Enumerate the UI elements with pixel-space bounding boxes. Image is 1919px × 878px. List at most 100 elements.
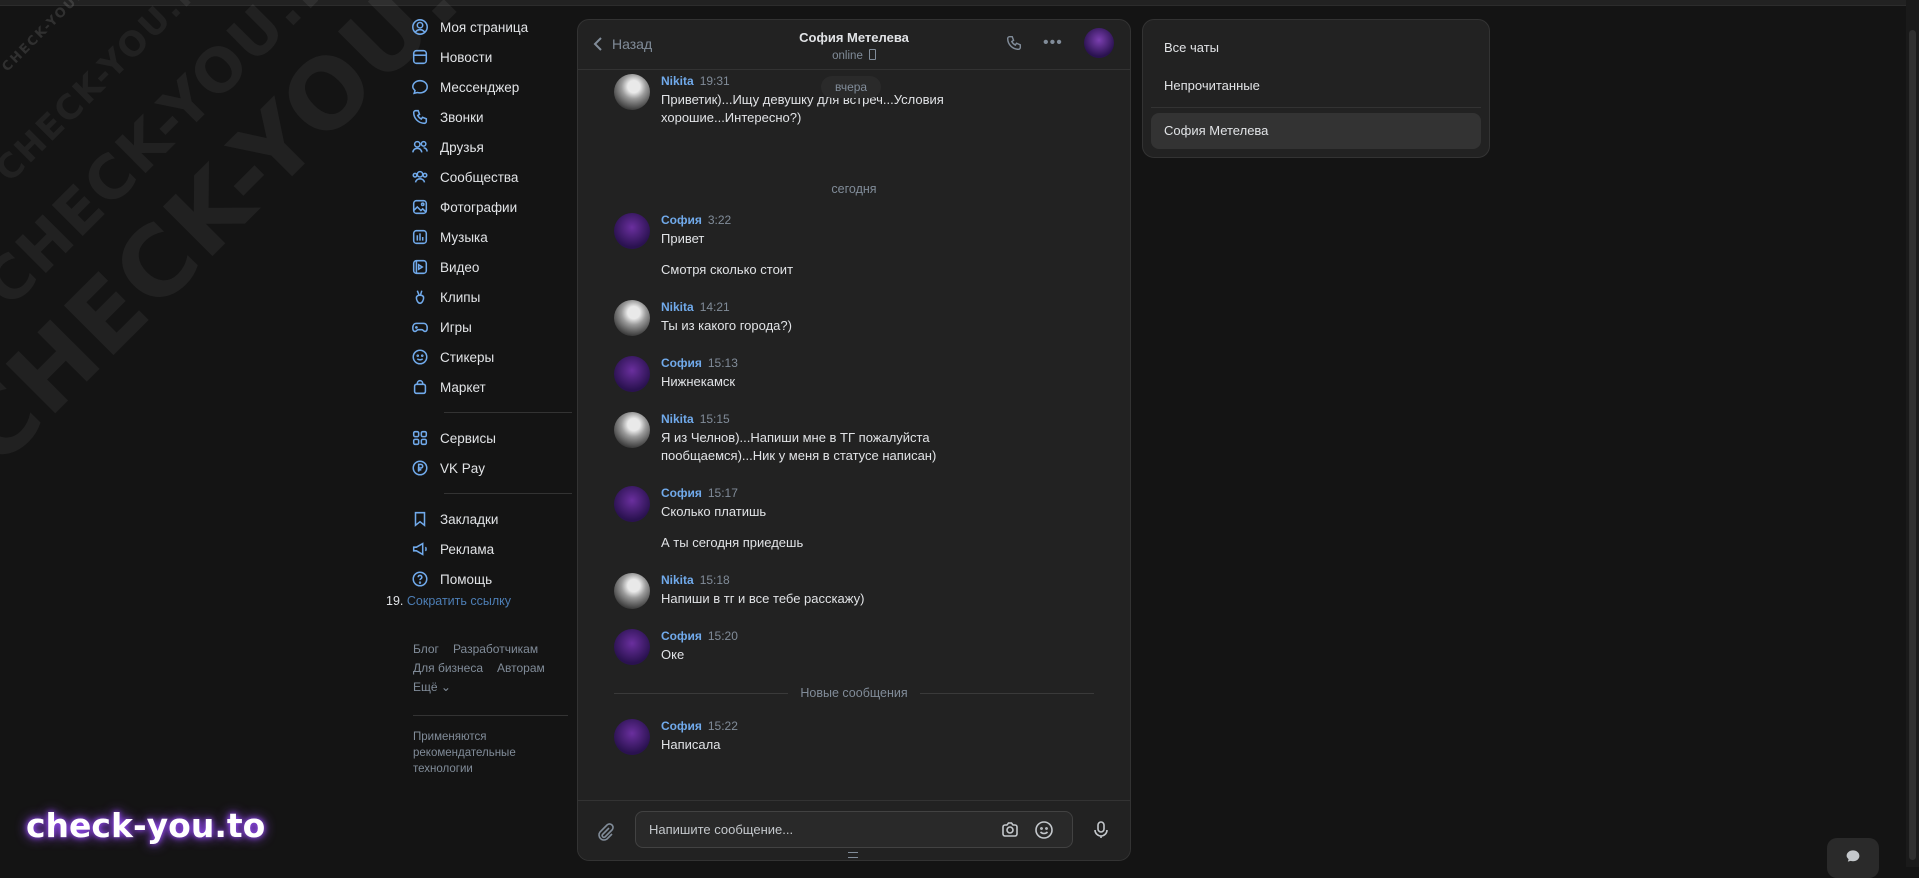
message-author[interactable]: Nikita	[661, 74, 694, 88]
nav-label: Видео	[440, 259, 480, 275]
help-icon	[410, 569, 430, 589]
message-input[interactable]: Напишите сообщение...	[635, 811, 1073, 848]
avatar[interactable]	[614, 213, 650, 249]
message-author[interactable]: София	[661, 213, 702, 227]
footer-developers-link[interactable]: Разработчикам	[453, 642, 538, 656]
grid-icon	[410, 428, 430, 448]
shortlink-link[interactable]: Сократить ссылку	[407, 594, 511, 608]
gamepad-icon	[410, 317, 430, 337]
message-text: Нижнекамск	[661, 374, 736, 389]
message-text: Приветик)...Ищу девушку для встреч...Усл…	[661, 92, 944, 125]
news-icon	[410, 47, 430, 67]
nav-friends[interactable]: Друзья	[410, 132, 570, 162]
nav-label: Игры	[440, 319, 472, 335]
message-text: А ты сегодня приедешь	[661, 535, 804, 550]
emoji-button[interactable]	[1034, 820, 1054, 845]
message-time: 15:18	[699, 573, 730, 587]
nav-my-page[interactable]: Моя страница	[410, 12, 570, 42]
bookmark-icon	[410, 509, 430, 529]
nav-label: Звонки	[440, 109, 484, 125]
nav-news[interactable]: Новости	[410, 42, 570, 72]
footer-divider	[413, 715, 568, 716]
ruble-icon	[410, 458, 430, 478]
attach-button[interactable]	[594, 821, 616, 848]
scrollbar[interactable]	[1906, 0, 1919, 867]
nav-label: Сервисы	[440, 430, 496, 446]
footer-blog-link[interactable]: Блог	[413, 642, 439, 656]
nav-games[interactable]: Игры	[410, 312, 570, 342]
message-list[interactable]: Nikita 19:31 Приветик)...Ищу девушку для …	[578, 70, 1130, 800]
nav-messenger[interactable]: Мессенджер	[410, 72, 570, 102]
message-text: Привет	[661, 231, 705, 246]
nav-photos[interactable]: Фотографии	[410, 192, 570, 222]
footer-authors-link[interactable]: Авторам	[497, 661, 545, 675]
footer-note: Применяются рекомендательные технологии	[413, 731, 516, 775]
mobile-icon	[868, 49, 876, 60]
resize-handle[interactable]	[848, 852, 858, 858]
nav-label: Клипы	[440, 289, 481, 305]
nav-calls[interactable]: Звонки	[410, 102, 570, 132]
nav-label: Моя страница	[440, 19, 529, 35]
date-separator: сегодня	[831, 182, 877, 196]
call-button[interactable]	[1005, 34, 1025, 54]
message-author[interactable]: Nikita	[661, 573, 694, 587]
nav-services[interactable]: Сервисы	[410, 423, 570, 453]
avatar[interactable]	[614, 412, 650, 448]
message-text: Напиши в тг и все тебе расскажу)	[661, 591, 865, 606]
scrollbar-thumb[interactable]	[1909, 30, 1916, 860]
chat-bubble-icon	[410, 77, 430, 97]
shortlink-row: 19. Сократить ссылку	[386, 594, 511, 608]
avatar[interactable]	[614, 486, 650, 522]
nav-label: Маркет	[440, 379, 486, 395]
nav-ads[interactable]: Реклама	[410, 534, 570, 564]
footer-business-link[interactable]: Для бизнеса	[413, 661, 483, 675]
new-messages-label: Новые сообщения	[800, 686, 908, 700]
more-icon[interactable]: •••	[1043, 34, 1063, 52]
message-input-placeholder: Напишите сообщение...	[649, 822, 794, 837]
nav-bookmarks[interactable]: Закладки	[410, 504, 570, 534]
message-time: 19:31	[699, 74, 730, 88]
shortlink-prefix: 19.	[386, 594, 404, 608]
filter-unread[interactable]: Непрочитанные	[1151, 70, 1481, 102]
message-time: 15:22	[707, 719, 738, 733]
filter-divider	[1151, 107, 1481, 108]
phone-icon	[1006, 35, 1022, 51]
message-author[interactable]: София	[661, 356, 702, 370]
nav-vkpay[interactable]: VK Pay	[410, 453, 570, 483]
message-author[interactable]: София	[661, 486, 702, 500]
chat-bubble-icon	[1846, 850, 1860, 862]
avatar[interactable]	[614, 719, 650, 755]
message-time: 14:21	[699, 300, 730, 314]
footer-more-link[interactable]: Ещё ⌄	[413, 680, 451, 694]
message-time: 3:22	[707, 213, 732, 227]
nav-music[interactable]: Музыка	[410, 222, 570, 252]
nav-video[interactable]: Видео	[410, 252, 570, 282]
voice-message-button[interactable]	[1091, 820, 1111, 845]
avatar[interactable]	[614, 74, 650, 110]
nav-clips[interactable]: Клипы	[410, 282, 570, 312]
chat-filters: Все чаты Непрочитанные София Метелева	[1142, 19, 1490, 158]
message-text: Я из Челнов)...Напиши мне в ТГ пожалуйст…	[661, 430, 937, 463]
nav-communities[interactable]: Сообщества	[410, 162, 570, 192]
communities-icon	[410, 167, 430, 187]
nav-help[interactable]: Помощь	[410, 564, 570, 594]
filter-all-chats[interactable]: Все чаты	[1151, 32, 1481, 64]
camera-button[interactable]	[1000, 820, 1020, 845]
avatar[interactable]	[614, 300, 650, 336]
nav-label: Реклама	[440, 541, 495, 557]
message-author[interactable]: София	[661, 719, 702, 733]
avatar[interactable]	[614, 629, 650, 665]
filter-contact[interactable]: София Метелева	[1151, 113, 1481, 149]
avatar[interactable]	[1084, 28, 1114, 58]
sticker-icon	[410, 347, 430, 367]
avatar[interactable]	[614, 356, 650, 392]
friends-icon	[410, 137, 430, 157]
avatar[interactable]	[614, 573, 650, 609]
nav-market[interactable]: Маркет	[410, 372, 570, 402]
message-author[interactable]: Nikita	[661, 300, 694, 314]
chat-float-button[interactable]	[1827, 838, 1879, 878]
message-author[interactable]: София	[661, 629, 702, 643]
nav-stickers[interactable]: Стикеры	[410, 342, 570, 372]
nav-label: Фотографии	[440, 199, 518, 215]
message-author[interactable]: Nikita	[661, 412, 694, 426]
